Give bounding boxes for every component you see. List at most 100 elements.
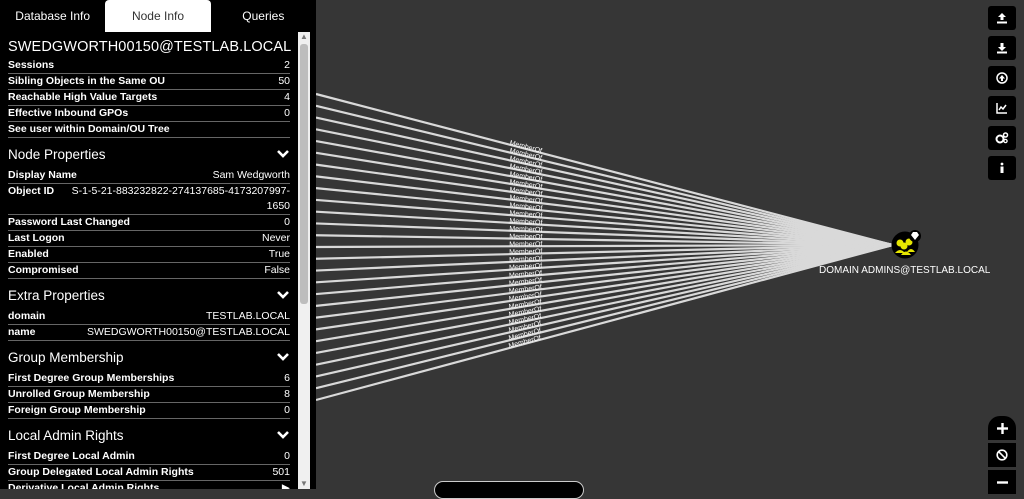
chart-icon bbox=[996, 103, 1007, 114]
row-key: Sibling Objects in the Same OU bbox=[8, 75, 165, 87]
memberof-edge[interactable] bbox=[315, 243, 894, 343]
prop-row: Password Last Changed 0 bbox=[8, 215, 290, 231]
group-row[interactable]: First Degree Group Memberships 6 bbox=[8, 371, 290, 387]
chevron-down-icon bbox=[277, 431, 289, 439]
upload-icon bbox=[997, 13, 1007, 24]
import-button[interactable] bbox=[988, 66, 1016, 90]
row-value: 8 bbox=[284, 388, 290, 400]
prop-row: Enabled True bbox=[8, 247, 290, 263]
domain-admins-node[interactable] bbox=[891, 230, 921, 259]
row-value: 2 bbox=[284, 59, 290, 71]
zoom-out-icon bbox=[996, 480, 1008, 484]
download-button[interactable] bbox=[988, 36, 1016, 60]
memberof-edge[interactable] bbox=[315, 243, 894, 355]
zoom-in-button[interactable] bbox=[988, 416, 1016, 440]
section-group-membership[interactable]: Group Membership bbox=[8, 343, 290, 371]
row-key: Unrolled Group Membership bbox=[8, 388, 150, 400]
summary-row-domain-tree[interactable]: See user within Domain/OU Tree bbox=[8, 122, 290, 138]
row-value: False bbox=[264, 264, 290, 276]
row-value: True bbox=[268, 248, 290, 260]
prop-row: Compromised False bbox=[8, 263, 290, 279]
section-local-admin[interactable]: Local Admin Rights bbox=[8, 421, 290, 449]
summary-row-high-value[interactable]: Reachable High Value Targets 4 bbox=[8, 90, 290, 106]
row-value: Never bbox=[261, 232, 290, 244]
scroll-up-icon[interactable]: ▲ bbox=[298, 32, 310, 42]
scrollbar-thumb[interactable] bbox=[300, 44, 308, 304]
summary-row-gpos[interactable]: Effective Inbound GPOs 0 bbox=[8, 106, 290, 122]
node-title: SWEDGWORTH00150@TESTLAB.LOCAL bbox=[8, 39, 292, 55]
settings-button[interactable] bbox=[988, 126, 1016, 150]
reset-icon bbox=[996, 449, 1008, 461]
group-row[interactable]: Unrolled Group Membership 8 bbox=[8, 387, 290, 403]
section-title: Node Properties bbox=[8, 146, 106, 162]
row-value: 0 bbox=[284, 404, 290, 416]
tab-database-info[interactable]: Database Info bbox=[0, 0, 105, 32]
zoom-in-icon bbox=[996, 422, 1008, 434]
edges-group bbox=[315, 92, 894, 402]
memberof-edge[interactable] bbox=[315, 243, 894, 402]
prop-row: Display Name Sam Wedgworth bbox=[8, 168, 290, 184]
row-value: 4 bbox=[284, 91, 290, 103]
row-key: Reachable High Value Targets bbox=[8, 91, 158, 103]
row-value: 0 bbox=[284, 107, 290, 119]
row-key: First Degree Group Memberships bbox=[8, 372, 175, 384]
info-button[interactable] bbox=[988, 156, 1016, 180]
bottom-control-pill[interactable] bbox=[434, 481, 584, 499]
row-key: Derivative Local Admin Rights bbox=[8, 482, 160, 489]
info-icon bbox=[1000, 162, 1004, 173]
right-toolbar bbox=[988, 6, 1016, 186]
row-key: domain bbox=[8, 310, 46, 322]
memberof-edge[interactable] bbox=[315, 104, 894, 247]
node-info-content: SWEDGWORTH00150@TESTLAB.LOCAL Sessions 2 … bbox=[0, 32, 298, 489]
edge-label: MemberOf bbox=[509, 234, 542, 242]
info-panel: Database Info Node Info Queries SWEDGWOR… bbox=[0, 0, 316, 489]
row-value: S-1-5-21-883232822-274137685-4173207997-… bbox=[71, 185, 290, 212]
section-title: Local Admin Rights bbox=[8, 427, 124, 443]
memberof-edge[interactable] bbox=[315, 163, 894, 247]
section-node-properties[interactable]: Node Properties bbox=[8, 140, 290, 168]
row-value: 50 bbox=[278, 75, 290, 87]
admin-row[interactable]: First Degree Local Admin 0 bbox=[8, 449, 290, 465]
chart-button[interactable] bbox=[988, 96, 1016, 120]
summary-row-sessions[interactable]: Sessions 2 bbox=[8, 58, 290, 74]
row-value: Sam Wedgworth bbox=[212, 169, 290, 181]
scroll-down-icon[interactable]: ▼ bbox=[298, 479, 310, 489]
import-icon bbox=[996, 72, 1008, 84]
memberof-edge[interactable] bbox=[315, 243, 894, 307]
prop-row: Last Logon Never bbox=[8, 231, 290, 247]
target-node-label: DOMAIN ADMINS@TESTLAB.LOCAL bbox=[819, 265, 991, 276]
tab-queries[interactable]: Queries bbox=[211, 0, 316, 32]
section-title: Group Membership bbox=[8, 349, 124, 365]
section-extra-properties[interactable]: Extra Properties bbox=[8, 281, 290, 309]
edge-labels-group: MemberOfMemberOfMemberOfMemberOfMemberOf… bbox=[508, 140, 543, 350]
upload-button[interactable] bbox=[988, 6, 1016, 30]
memberof-edge[interactable] bbox=[315, 151, 894, 247]
row-key: Compromised bbox=[8, 264, 79, 276]
row-key: See user within Domain/OU Tree bbox=[8, 123, 170, 135]
reset-zoom-button[interactable] bbox=[988, 443, 1016, 467]
row-value: SWEDGWORTH00150@TESTLAB.LOCAL bbox=[86, 326, 290, 338]
row-value: 0 bbox=[284, 450, 290, 462]
summary-row-siblings[interactable]: Sibling Objects in the Same OU 50 bbox=[8, 74, 290, 90]
row-key: Last Logon bbox=[8, 232, 65, 244]
admin-row[interactable]: Group Delegated Local Admin Rights 501 bbox=[8, 465, 290, 481]
group-row[interactable]: Foreign Group Membership 0 bbox=[8, 403, 290, 419]
row-key: First Degree Local Admin bbox=[8, 450, 135, 462]
chevron-down-icon bbox=[277, 353, 289, 361]
admin-row[interactable]: Derivative Local Admin Rights ▶ bbox=[8, 481, 290, 489]
row-key: Foreign Group Membership bbox=[8, 404, 146, 416]
download-icon bbox=[997, 43, 1007, 54]
row-value: TESTLAB.LOCAL bbox=[205, 310, 290, 322]
row-key: Sessions bbox=[8, 59, 55, 71]
row-key: Password Last Changed bbox=[8, 216, 130, 228]
row-key: Display Name bbox=[8, 169, 77, 181]
tab-node-info[interactable]: Node Info bbox=[105, 0, 211, 32]
settings-icon bbox=[995, 132, 1009, 144]
zoom-out-button[interactable] bbox=[988, 470, 1016, 494]
high-value-diamond-icon bbox=[909, 230, 921, 242]
panel-scrollbar[interactable]: ▲ ▼ bbox=[298, 32, 310, 489]
chevron-down-icon bbox=[277, 291, 289, 299]
chevron-down-icon bbox=[277, 150, 289, 158]
row-key: Object ID bbox=[8, 185, 55, 197]
row-key: Effective Inbound GPOs bbox=[8, 107, 129, 119]
